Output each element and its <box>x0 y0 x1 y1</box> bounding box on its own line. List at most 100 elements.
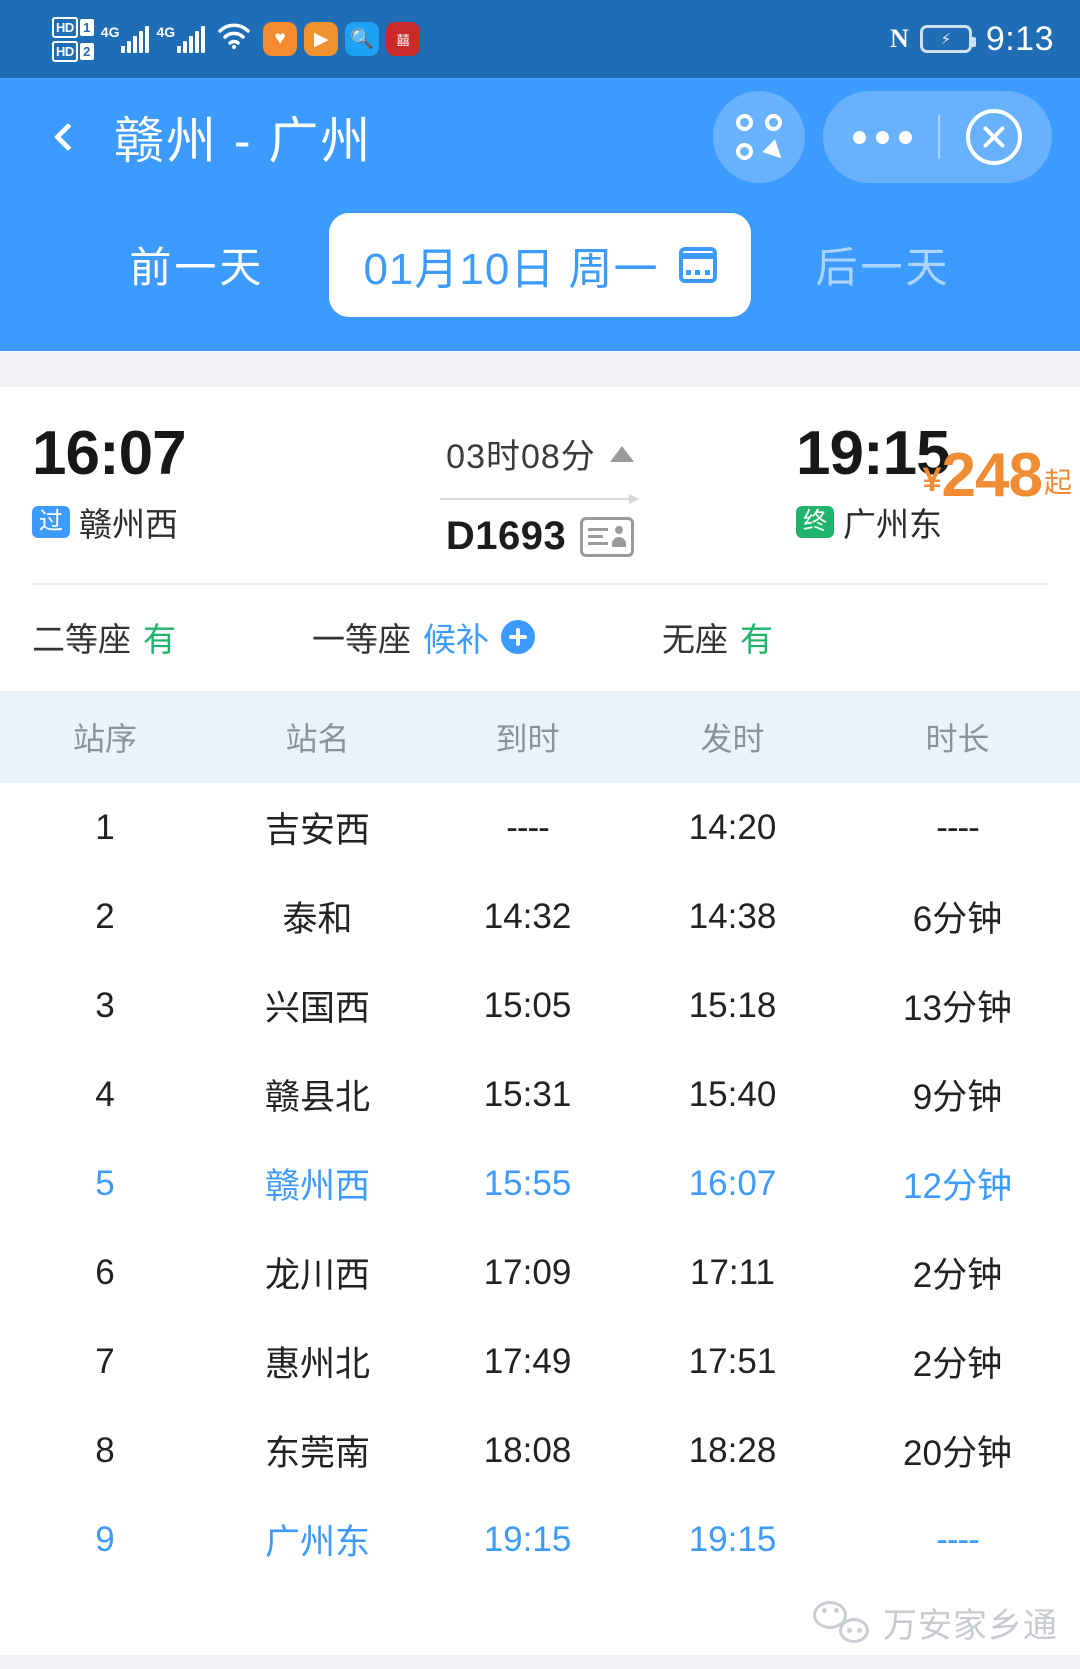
table-row[interactable]: 7 惠州北 17:49 17:51 2分钟 <box>0 1317 1080 1406</box>
dual-sim-hd-indicator: HD 1 HD 2 <box>52 16 94 62</box>
page-title: 赣州 - 广州 <box>114 113 373 169</box>
mini-program-menu-icon <box>736 114 788 165</box>
table-body: 1 吉安西 ---- 14:20 ---- 2 泰和 14:32 14:38 6分钟 3 兴国西 15:… <box>0 783 1080 1584</box>
status-bar-clock: 9:13 <box>985 19 1054 58</box>
table-row[interactable]: 9 广州东 19:15 19:15 ---- <box>0 1495 1080 1584</box>
cell-station: 兴国西 <box>264 989 370 1028</box>
cell-arrival: ---- <box>506 807 550 847</box>
section-divider <box>0 351 1080 387</box>
back-button[interactable] <box>40 109 96 165</box>
table-row[interactable]: 5 赣州西 15:55 16:07 12分钟 <box>0 1139 1080 1228</box>
nav-actions <box>713 91 1052 183</box>
seat-class-status: 有 <box>143 621 176 658</box>
signal-strength-icon-1: 4G <box>101 25 150 53</box>
calendar-icon <box>678 246 717 283</box>
status-bar-left: HD 1 HD 2 4G 4G ♥ ▶ 🔍 囍 <box>52 16 421 62</box>
stop-schedule-table: 站序 站名 到时 发时 时长 1 吉安西 ---- 14:20 ---- 2 泰和 14:32… <box>0 691 1080 1584</box>
departure-station-name: 赣州西 <box>79 506 178 544</box>
search-app-icon: 🔍 <box>345 22 380 56</box>
cell-stop-duration: ---- <box>936 1519 980 1559</box>
table-row[interactable]: 2 泰和 14:32 14:38 6分钟 <box>0 872 1080 961</box>
bottom-edge-strip <box>0 1655 1080 1669</box>
train-number: D1693 <box>445 514 567 558</box>
wechat-icon <box>813 1600 869 1645</box>
table-row[interactable]: 4 赣县北 15:31 15:40 9分钟 <box>0 1050 1080 1139</box>
departure-block: 16:07 过 赣州西 <box>32 421 284 546</box>
column-header-station: 站名 <box>285 721 350 757</box>
price-block: ¥ 248 起 <box>923 445 1072 507</box>
cell-station: 赣县北 <box>264 1078 370 1117</box>
cell-station: 泰和 <box>282 900 353 939</box>
seat-class-standing[interactable]: 无座 有 <box>662 613 773 661</box>
train-summary-card[interactable]: 16:07 过 赣州西 03时08分 D1693 19:15 终 广州东 ¥ 2… <box>0 387 1080 691</box>
wifi-icon <box>217 22 251 55</box>
mini-program-menu-button[interactable] <box>713 91 805 183</box>
cell-stop-duration: ---- <box>936 807 980 847</box>
signal-bars-1 <box>121 26 150 53</box>
cell-arrival: 18:08 <box>483 1430 572 1470</box>
capsule-divider <box>938 115 940 159</box>
cell-arrival: 17:09 <box>483 1252 572 1292</box>
table-row[interactable]: 6 龙川西 17:09 17:11 2分钟 <box>0 1228 1080 1317</box>
price-value: 248 <box>941 441 1043 510</box>
cell-sequence: 1 <box>95 807 115 847</box>
train-number-row: D1693 <box>445 514 635 559</box>
column-header-departure: 发时 <box>700 721 765 757</box>
health-app-icon: ♥ <box>263 22 298 56</box>
cell-departure: 17:11 <box>690 1252 775 1292</box>
table-row[interactable]: 1 吉安西 ---- 14:20 ---- <box>0 783 1080 872</box>
sim-number-2: 2 <box>79 42 94 60</box>
next-day-button[interactable]: 后一天 <box>761 234 1006 295</box>
table-row[interactable]: 8 东莞南 18:08 18:28 20分钟 <box>0 1406 1080 1495</box>
previous-day-button[interactable]: 前一天 <box>74 234 319 295</box>
app-header: 赣州 - 广州 前一天 01月10日 周一 后一天 <box>0 78 1080 351</box>
seat-availability-row: 二等座 有 一等座 候补 无座 有 <box>32 585 1048 691</box>
table-row[interactable]: 3 兴国西 15:05 15:18 13分钟 <box>0 961 1080 1050</box>
cell-stop-duration: 20分钟 <box>903 1434 1012 1473</box>
sim2-hd-indicator: HD 2 <box>52 40 94 62</box>
cell-sequence: 9 <box>95 1519 115 1559</box>
watermark: 万安家乡通 <box>813 1598 1058 1647</box>
close-circle-icon[interactable] <box>966 109 1022 165</box>
cell-arrival: 19:15 <box>483 1519 572 1559</box>
plus-circle-icon[interactable] <box>501 620 535 654</box>
seat-class-second[interactable]: 二等座 有 <box>32 613 312 661</box>
departure-station-line: 过 赣州西 <box>32 498 284 546</box>
cell-stop-duration: 6分钟 <box>912 900 1003 939</box>
cell-stop-duration: 2分钟 <box>912 1256 1003 1295</box>
selected-date-label: 01月10日 周一 <box>363 244 659 294</box>
cell-departure: 16:07 <box>688 1163 777 1203</box>
battery-charging-icon: ⚡ <box>919 25 976 53</box>
cell-stop-duration: 13分钟 <box>903 989 1012 1028</box>
more-options-icon[interactable] <box>853 130 912 144</box>
column-header-arrival: 到时 <box>495 721 560 757</box>
column-header-sequence: 站序 <box>72 721 137 757</box>
trip-middle-block: 03时08分 D1693 <box>284 421 796 559</box>
cell-sequence: 7 <box>95 1341 115 1381</box>
seat-class-first[interactable]: 一等座 候补 <box>312 613 662 661</box>
cell-station: 广州东 <box>264 1523 370 1562</box>
cell-departure: 14:20 <box>688 807 777 847</box>
signal-strength-icon-2: 4G <box>156 25 206 53</box>
date-selector: 前一天 01月10日 周一 后一天 <box>0 196 1080 351</box>
price-suffix: 起 <box>1043 467 1072 498</box>
seat-class-status: 候补 <box>423 621 489 658</box>
cell-sequence: 4 <box>95 1074 115 1114</box>
cell-arrival: 15:05 <box>483 985 572 1025</box>
table-header-row: 站序 站名 到时 发时 时长 <box>0 691 1080 783</box>
currency-symbol: ¥ <box>922 461 942 499</box>
cell-departure: 18:28 <box>688 1430 777 1470</box>
cell-sequence: 6 <box>95 1252 115 1292</box>
seat-class-label: 二等座 <box>32 621 131 658</box>
train-summary-top: 16:07 过 赣州西 03时08分 D1693 19:15 终 广州东 ¥ 2… <box>32 387 1072 583</box>
cell-sequence: 2 <box>95 896 115 936</box>
date-picker-button[interactable]: 01月10日 周一 <box>329 212 751 317</box>
departure-station-badge: 过 <box>32 505 70 539</box>
seat-class-label: 无座 <box>662 621 728 658</box>
id-card-icon <box>580 516 635 557</box>
cell-departure: 17:51 <box>688 1341 777 1381</box>
gov-app-icon: 囍 <box>386 22 421 56</box>
arrival-station-badge: 终 <box>796 505 834 539</box>
cell-arrival: 17:49 <box>483 1341 572 1381</box>
column-header-stop-duration: 时长 <box>925 721 990 757</box>
